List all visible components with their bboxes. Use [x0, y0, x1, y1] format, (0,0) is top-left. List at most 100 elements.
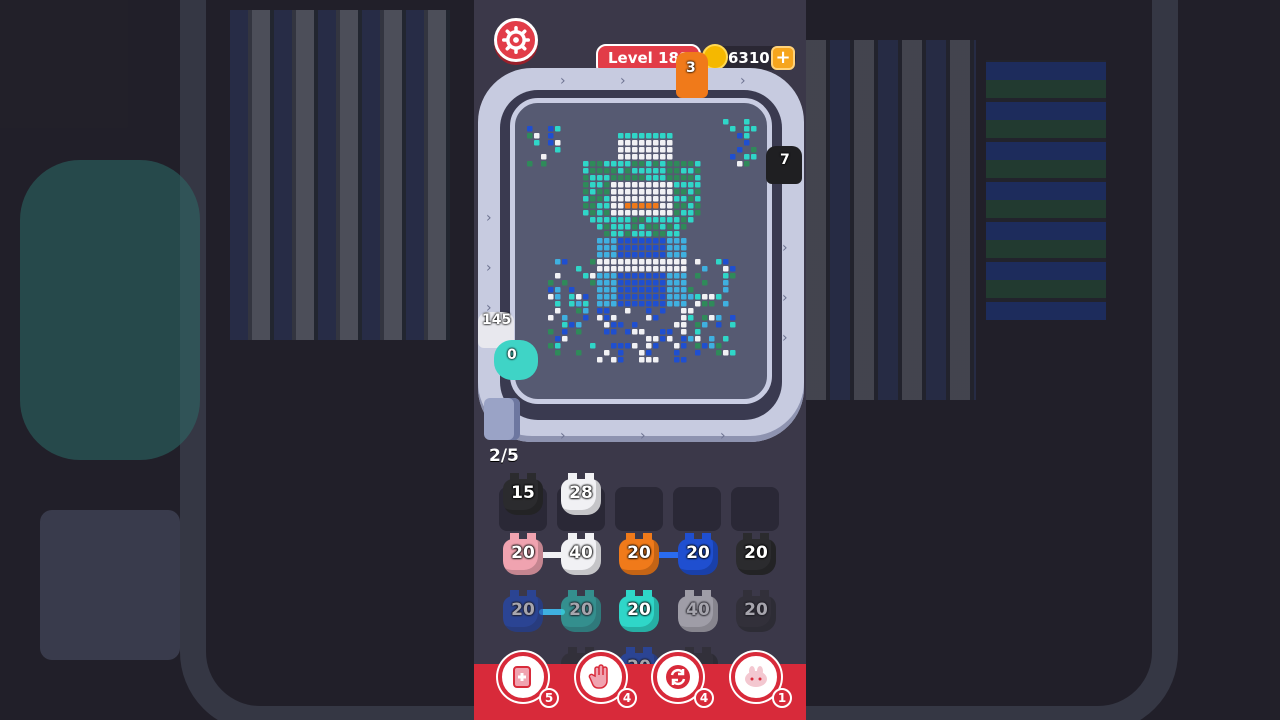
pixel-block [667, 266, 673, 272]
pixel-block [618, 231, 624, 237]
pixel-block [653, 196, 659, 202]
unit-stack[interactable]: 15 [501, 473, 545, 517]
pixel-block [639, 210, 645, 216]
pixel-block [667, 259, 673, 265]
pixel-block [597, 210, 603, 216]
pixel-block [674, 231, 680, 237]
pixel-block [660, 182, 666, 188]
pixel-block [555, 350, 561, 356]
slot [731, 487, 779, 531]
settings-button[interactable] [494, 18, 538, 62]
pixel-block [681, 315, 687, 321]
background-dim [0, 0, 474, 720]
pixel-block [695, 189, 701, 195]
pixel-block [597, 301, 603, 307]
pixel-block [639, 217, 645, 223]
pixel-block [597, 315, 603, 321]
pixel-block [527, 133, 533, 139]
pixel-block [667, 217, 673, 223]
pixel-block [555, 301, 561, 307]
pixel-block [681, 210, 687, 216]
add-coins-button[interactable]: + [771, 46, 795, 70]
unit-stack[interactable]: 20 [501, 590, 545, 634]
pixel-block [583, 168, 589, 174]
pixel-block [583, 308, 589, 314]
pixel-block [618, 210, 624, 216]
unit-stack[interactable]: 20 [734, 590, 778, 634]
pixel-block [653, 238, 659, 244]
pixel-block [548, 315, 554, 321]
pixel-block [667, 140, 673, 146]
pixel-block [667, 280, 673, 286]
pixel-block [611, 168, 617, 174]
unit-count: 40 [569, 543, 593, 563]
pixel-block [583, 196, 589, 202]
pixel-block [681, 280, 687, 286]
pixel-block [639, 301, 645, 307]
pixel-block [737, 133, 743, 139]
powerup-count: 4 [617, 688, 637, 708]
pixel-block [576, 301, 582, 307]
pixel-block [751, 147, 757, 153]
pixel-block [646, 315, 652, 321]
pixel-block [646, 252, 652, 258]
pixel-block [625, 217, 631, 223]
pixel-block [625, 287, 631, 293]
pixel-block [695, 301, 701, 307]
unit-stack[interactable]: 20 [559, 590, 603, 634]
pixel-block [611, 224, 617, 230]
pixel-block [527, 161, 533, 167]
pixel-block [604, 224, 610, 230]
pixel-block [723, 287, 729, 293]
pixel-block [632, 140, 638, 146]
gear-icon [502, 26, 530, 54]
unit-stack[interactable]: 20 [734, 533, 778, 577]
pixel-block [653, 154, 659, 160]
pixel-block [646, 161, 652, 167]
pixel-block [632, 182, 638, 188]
pixel-block [660, 329, 666, 335]
unit-stack[interactable]: 20 [676, 533, 720, 577]
pixel-block [688, 308, 694, 314]
unit-stack[interactable]: 40 [559, 533, 603, 577]
pixel-block [681, 196, 687, 202]
pixel-block [583, 301, 589, 307]
pixel-block [744, 140, 750, 146]
pixel-block [611, 301, 617, 307]
pixel-block [646, 182, 652, 188]
pixel-block [681, 217, 687, 223]
pixel-block [597, 161, 603, 167]
unit-stack[interactable]: 28 [559, 473, 603, 517]
pixel-block [681, 182, 687, 188]
pixel-block [548, 133, 554, 139]
pixel-block [576, 329, 582, 335]
pixel-block [618, 154, 624, 160]
pixel-block [632, 224, 638, 230]
pixel-block [597, 182, 603, 188]
pixel-block [709, 315, 715, 321]
pixel-block [653, 140, 659, 146]
track-chevron-icon: › [486, 210, 492, 226]
unit-stack[interactable]: 20 [617, 533, 661, 577]
pixel-block [625, 210, 631, 216]
pixel-block [541, 154, 547, 160]
unit-stack[interactable]: 20 [617, 590, 661, 634]
pixel-block [576, 350, 582, 356]
pixel-block [646, 245, 652, 251]
pixel-block [674, 203, 680, 209]
pixel-block [660, 231, 666, 237]
pixel-block [597, 245, 603, 251]
pixel-block [604, 189, 610, 195]
unit-stack[interactable]: 40 [676, 590, 720, 634]
pixel-block [688, 203, 694, 209]
pixel-block [667, 154, 673, 160]
pixel-block [583, 294, 589, 300]
pixel-block [632, 161, 638, 167]
pixel-block [618, 259, 624, 265]
pixel-block [660, 301, 666, 307]
pixel-block [583, 161, 589, 167]
pixel-block [632, 273, 638, 279]
unit-stack[interactable]: 20 [501, 533, 545, 577]
pixel-block [653, 168, 659, 174]
pixel-block [583, 182, 589, 188]
